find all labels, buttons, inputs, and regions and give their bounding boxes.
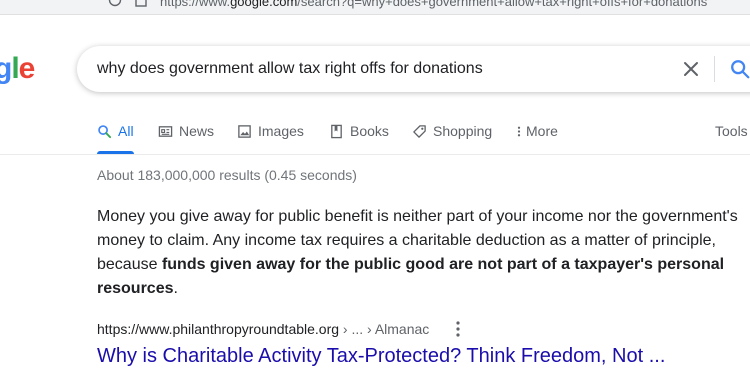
more-vert-icon	[517, 126, 521, 136]
tag-icon	[413, 124, 426, 138]
search-divider	[714, 56, 715, 82]
search-box[interactable]: why does government allow tax right offs…	[77, 46, 750, 92]
tools-button[interactable]: Tools	[715, 123, 748, 139]
tab-books[interactable]: Books	[329, 123, 389, 139]
close-icon[interactable]	[681, 59, 701, 79]
tab-news[interactable]: News	[158, 123, 214, 139]
more-options-icon[interactable]	[450, 320, 466, 338]
tab-images[interactable]: Images	[237, 123, 304, 139]
snippet-highlight: funds given away for the public good are…	[97, 256, 725, 297]
news-icon	[158, 125, 173, 137]
results-stats: About 183,000,000 results (0.45 seconds)	[97, 167, 357, 183]
tab-all[interactable]: All	[97, 123, 134, 139]
search-icon[interactable]	[729, 58, 750, 80]
result-source-url[interactable]: https://www.philanthropyroundtable.org ›…	[97, 321, 429, 337]
book-icon	[331, 124, 342, 138]
search-tabs: All News Images Books Shopping More Tool…	[0, 118, 750, 155]
tab-more[interactable]: More	[516, 123, 558, 139]
image-icon	[238, 124, 251, 138]
lock-icon[interactable]	[134, 0, 148, 7]
tab-shopping[interactable]: Shopping	[412, 123, 492, 139]
info-icon[interactable]	[108, 0, 122, 7]
google-logo[interactable]: gle	[0, 52, 35, 86]
result-title-link[interactable]: Why is Charitable Activity Tax-Protected…	[97, 345, 665, 368]
featured-snippet: Money you give away for public benefit i…	[97, 208, 738, 297]
search-input[interactable]: why does government allow tax right offs…	[97, 60, 483, 78]
url-text[interactable]: https://www.google.com/search?q=why+does…	[160, 0, 707, 9]
browser-address-bar[interactable]: https://www.google.com/search?q=why+does…	[0, 0, 750, 15]
active-tab-indicator	[97, 151, 134, 154]
search-icon	[98, 124, 112, 138]
